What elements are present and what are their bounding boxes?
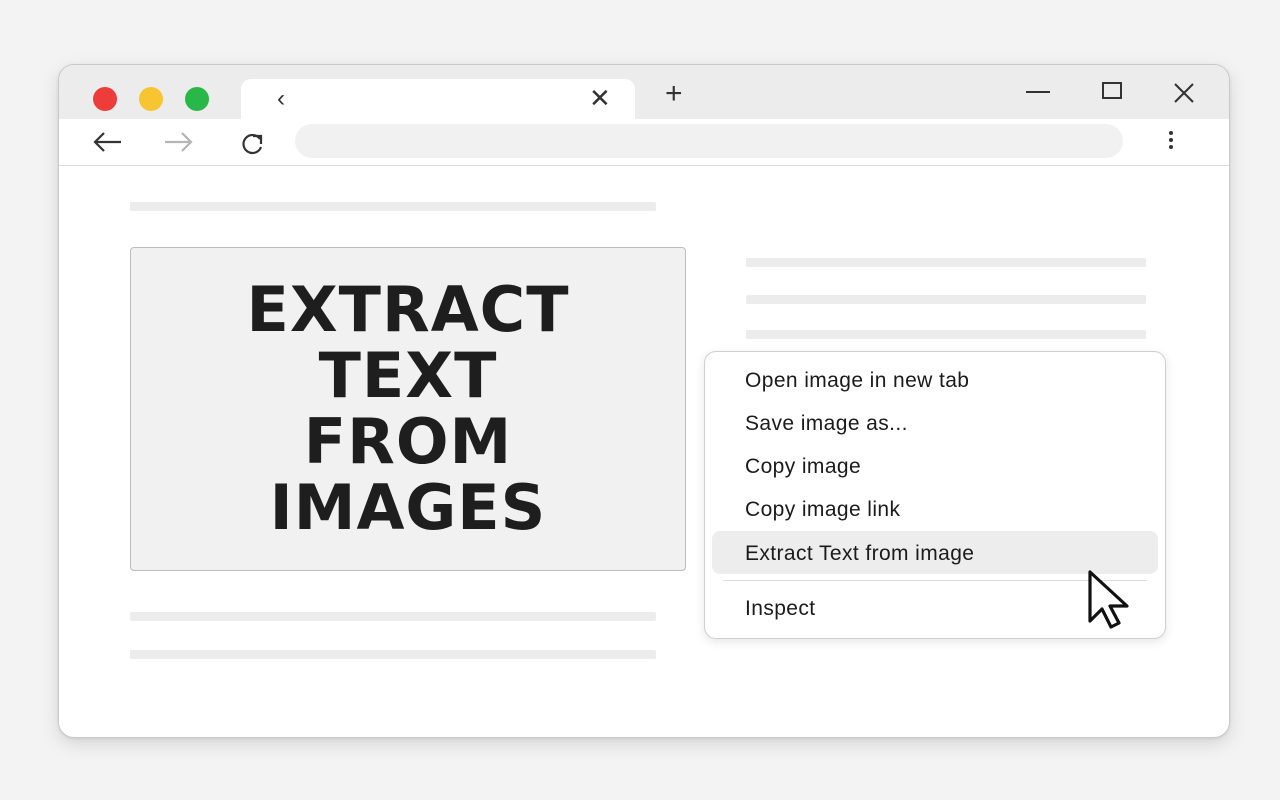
mouse-pointer-icon: [1088, 570, 1129, 629]
tab-close-icon[interactable]: ✕: [589, 83, 611, 114]
browser-toolbar: [59, 119, 1229, 166]
menu-item-open-image-new-tab[interactable]: Open image in new tab: [745, 369, 969, 393]
back-arrow-icon[interactable]: [92, 131, 124, 153]
image-text-line: FROM: [303, 405, 513, 478]
text-placeholder-line: [746, 330, 1146, 339]
more-menu-icon[interactable]: [1167, 131, 1175, 153]
tab-back-icon[interactable]: ‹: [277, 85, 285, 113]
browser-window: ‹ ✕ + EXTRACT TEXT FROM IMAGES Open imag…: [58, 64, 1230, 738]
menu-item-inspect[interactable]: Inspect: [745, 597, 816, 621]
menu-item-copy-image[interactable]: Copy image: [745, 455, 861, 479]
page-image[interactable]: EXTRACT TEXT FROM IMAGES: [130, 247, 686, 571]
window-maximize-dot[interactable]: [185, 87, 209, 111]
menu-item-save-image-as[interactable]: Save image as...: [745, 412, 908, 436]
address-bar[interactable]: [295, 124, 1123, 158]
text-placeholder-line: [130, 612, 656, 621]
text-placeholder-line: [746, 295, 1146, 304]
window-close-dot[interactable]: [93, 87, 117, 111]
reload-icon[interactable]: [239, 131, 267, 155]
page-content: EXTRACT TEXT FROM IMAGES Open image in n…: [59, 166, 1229, 737]
menu-item-copy-image-link[interactable]: Copy image link: [745, 498, 900, 522]
text-placeholder-line: [130, 650, 656, 659]
window-minimize-dot[interactable]: [139, 87, 163, 111]
menu-separator: [723, 580, 1147, 581]
minimize-icon[interactable]: [1025, 89, 1051, 95]
forward-arrow-icon[interactable]: [162, 131, 194, 153]
tab-strip: ‹ ✕ +: [59, 65, 1229, 119]
text-placeholder-line: [130, 202, 656, 211]
close-icon[interactable]: [1173, 82, 1195, 104]
image-text-line: IMAGES: [269, 471, 547, 544]
active-tab[interactable]: ‹ ✕: [241, 79, 635, 119]
text-placeholder-line: [746, 258, 1146, 267]
menu-item-extract-text[interactable]: Extract Text from image: [745, 542, 974, 566]
image-text-line: TEXT: [318, 339, 498, 412]
image-text-line: EXTRACT: [246, 273, 570, 346]
new-tab-icon[interactable]: +: [665, 79, 683, 109]
maximize-icon[interactable]: [1101, 81, 1123, 101]
